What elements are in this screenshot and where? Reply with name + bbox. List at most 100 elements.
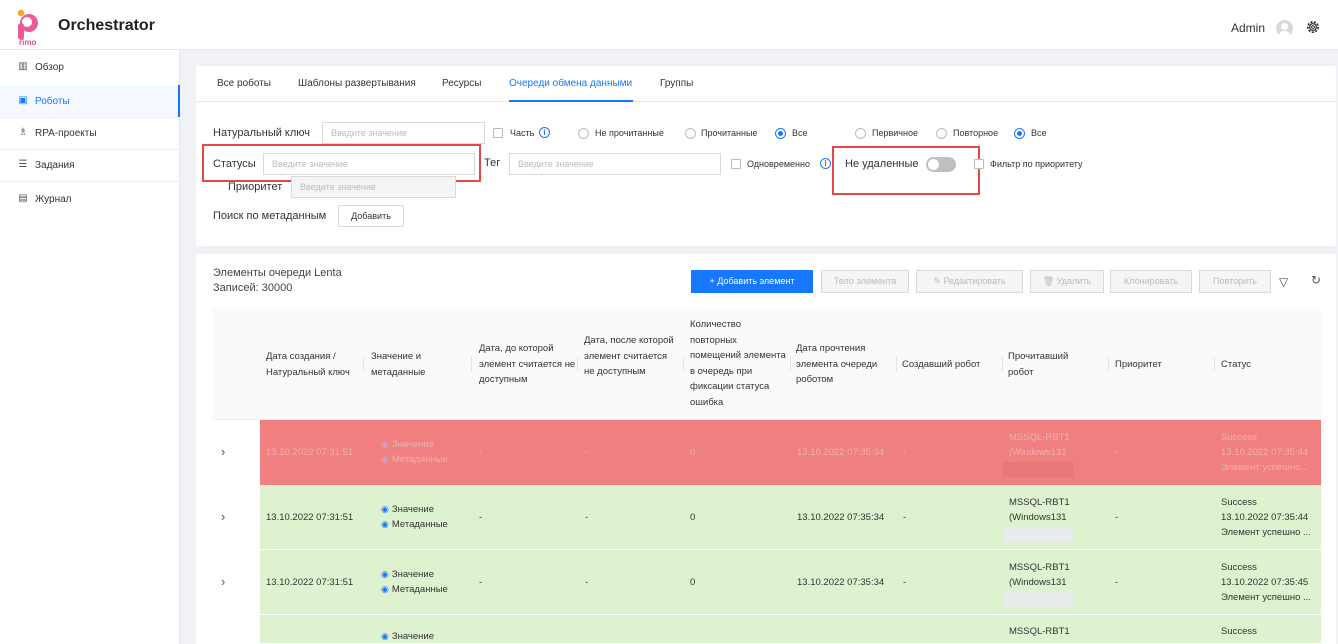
sidebar-item-robots[interactable]: ▣ Роботы (0, 85, 180, 117)
queue-title: Элементы очереди Lenta (213, 267, 342, 279)
metadata-search-label: Поиск по метаданным (213, 210, 327, 222)
priority-input[interactable]: Введите значение (291, 176, 456, 198)
clone-button[interactable]: Клонировать (1110, 270, 1192, 293)
cell-after: - (585, 447, 589, 458)
element-body-button[interactable]: Тело элемента (821, 270, 909, 293)
info-icon[interactable]: i (539, 127, 550, 138)
col-separator (577, 357, 578, 371)
journal-icon: ▤ (18, 193, 28, 204)
col-status[interactable]: Статус (1221, 357, 1311, 373)
col-separator (790, 357, 791, 371)
tab-all-robots[interactable]: Все роботы (217, 78, 271, 89)
radio-read-all[interactable] (775, 128, 786, 139)
radio-repeat[interactable] (936, 128, 947, 139)
redacted-block (1003, 527, 1073, 542)
tab-bar: Все роботы Шаблоны развертывания Ресурсы… (196, 66, 1336, 102)
simultaneous-checkbox[interactable] (731, 159, 741, 169)
col-separator (1214, 357, 1215, 371)
robot-icon: ▣ (18, 95, 28, 106)
col-retries[interactable]: Количество повторных помещений элемента … (690, 317, 790, 410)
tab-data-queues[interactable]: Очереди обмена данными (509, 78, 632, 89)
cell-status: Success (1221, 497, 1257, 508)
table-row[interactable]: › 13.10.2022 07:31:51 ◉ Значение ◉ Метадан… (213, 420, 1321, 485)
priority-label: Приоритет (228, 181, 283, 193)
projects-icon: ♗ (18, 127, 28, 138)
cell-before: - (479, 577, 483, 588)
chevron-right-icon[interactable]: › (221, 574, 225, 589)
eye-icon: ◉ (381, 569, 389, 579)
tasks-icon: ☰ (18, 159, 28, 170)
cell-creator: - (903, 447, 907, 458)
sidebar-item-overview[interactable]: ▥ Обзор (0, 51, 180, 83)
tag-input[interactable]: Введите значение (509, 153, 721, 175)
cell-status-date: 13.10.2022 07:35:44 (1221, 512, 1309, 523)
radio-primary-all[interactable] (1014, 128, 1025, 139)
sidebar-item-rpa-projects[interactable]: ♗ RPA-проекты (0, 117, 180, 149)
value-link[interactable]: ◉ Значение (381, 567, 448, 582)
priority-filter-label: Фильтр по приоритету (990, 159, 1083, 169)
radio-read[interactable] (685, 128, 696, 139)
sidebar-item-label: RPA-проекты (35, 127, 97, 139)
sidebar-item-label: Задания (35, 159, 75, 171)
add-metadata-button[interactable]: Добавить (338, 205, 404, 227)
tab-groups[interactable]: Группы (660, 78, 693, 89)
chevron-right-icon[interactable]: › (221, 444, 225, 459)
eye-icon: ◉ (381, 519, 389, 529)
add-element-label: Добавить элемент (717, 276, 795, 286)
value-link[interactable]: ◉ Значение (381, 437, 448, 452)
sidebar-item-tasks[interactable]: ☰ Задания (0, 149, 180, 181)
add-element-button[interactable]: + Добавить элемент (691, 270, 813, 293)
cell-status: Success (1221, 432, 1257, 443)
app-title: Orchestrator (58, 17, 155, 34)
primo-logo[interactable]: rimo (14, 8, 48, 46)
avatar[interactable] (1276, 20, 1293, 37)
delete-button[interactable]: 🗑 Удалить (1030, 270, 1104, 293)
value-link[interactable]: ◉ Значение (381, 631, 434, 642)
meta-label: Метаданные (391, 454, 448, 465)
col-value[interactable]: Значение и метаданные (371, 349, 456, 380)
sidebar-item-journal[interactable]: ▤ Журнал (0, 183, 180, 215)
col-read-date[interactable]: Дата прочтения элемента очереди роботом (796, 341, 896, 388)
col-reader[interactable]: Прочитавший робот (1008, 349, 1088, 380)
col-creator[interactable]: Создавший робот (902, 357, 1002, 373)
col-separator (471, 357, 472, 371)
radio-read-all-label: Все (792, 128, 808, 138)
priority-filter-checkbox[interactable] (974, 159, 984, 169)
table-row[interactable]: › 13.10.2022 07:31:51 ◉ Значение ◉ Метадан… (213, 485, 1321, 550)
meta-link[interactable]: ◉ Метаданные (381, 517, 448, 532)
meta-link[interactable]: ◉ Метаданные (381, 582, 448, 597)
filter-icon[interactable]: ▽ (1279, 275, 1288, 289)
col-priority[interactable]: Приоритет (1115, 357, 1205, 373)
edit-button[interactable]: ✎ Редактировать (916, 270, 1023, 293)
col-unavailable-before[interactable]: Дата, до которой элемент считается не до… (479, 341, 579, 388)
redacted-block (1003, 462, 1073, 477)
user-name[interactable]: Admin (1231, 21, 1265, 35)
table-row[interactable]: › 13.10.2022 07:31:51 ◉ Значение ◉ Метадан… (213, 550, 1321, 615)
retry-button[interactable]: Повторить (1199, 270, 1271, 293)
cell-status: Success (1221, 626, 1257, 637)
col-created[interactable]: Дата создания / Натуральный ключ (266, 349, 366, 380)
meta-link[interactable]: ◉ Метаданные (381, 452, 448, 467)
sidebar-item-label: Журнал (35, 193, 72, 205)
radio-repeat-label: Повторное (953, 128, 999, 138)
cell-value-meta: ◉ Значение ◉ Метаданные (381, 567, 448, 597)
tab-deploy-templates[interactable]: Шаблоны развертывания (298, 78, 416, 89)
tab-resources[interactable]: Ресурсы (442, 78, 481, 89)
col-unavailable-after[interactable]: Дата, после которой элемент считается не… (584, 333, 680, 380)
cell-reader: MSSQL-RBT1 (1009, 562, 1070, 573)
part-checkbox[interactable] (493, 128, 503, 138)
gear-icon[interactable] (1305, 19, 1321, 35)
info-icon[interactable]: i (820, 158, 831, 169)
radio-unread[interactable] (578, 128, 589, 139)
tab-active-indicator (509, 100, 633, 102)
value-label: Значение (391, 439, 434, 450)
chevron-right-icon[interactable]: › (221, 509, 225, 524)
table-row[interactable]: ◉ Значение MSSQL-RBT1 Success (213, 615, 1321, 644)
natural-key-input[interactable]: Введите значение (322, 122, 485, 144)
cell-status: Success (1221, 562, 1257, 573)
radio-primary[interactable] (855, 128, 866, 139)
natural-key-label: Натуральный ключ (213, 127, 311, 139)
part-label: Часть (510, 128, 535, 138)
value-link[interactable]: ◉ Значение (381, 502, 448, 517)
refresh-icon[interactable]: ↻ (1311, 273, 1321, 287)
